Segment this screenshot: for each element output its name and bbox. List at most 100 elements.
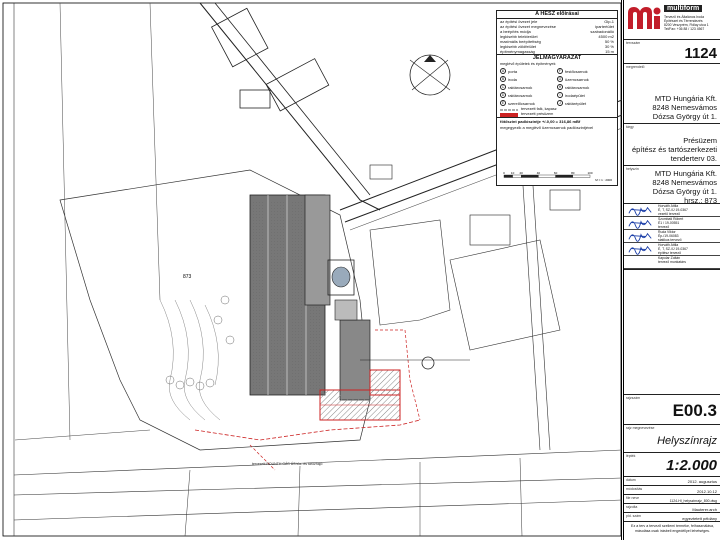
scale-cell: lépték 1:2.000: [624, 453, 720, 477]
bottom-lot-2: [13, 477, 622, 496]
signer-license: tervező munkatárs: [658, 260, 686, 264]
sheet-number-cell: rajzszám E00.3: [624, 395, 720, 425]
signature-scribble-icon: [628, 232, 652, 242]
site-label: helyszín: [626, 167, 639, 171]
date-label: dátum: [626, 478, 636, 482]
drawing-name: Helyszínrajz: [657, 435, 717, 447]
right-road-1: [521, 169, 541, 451]
scale-segment: [538, 174, 556, 178]
client-line: 8248 Nemesvámos: [652, 103, 717, 112]
sheet-number: E00.3: [672, 401, 717, 420]
warehouse-extension: [304, 194, 331, 306]
legend-title: JELMAGYARÁZAT: [532, 55, 582, 61]
legend-item-label: raktárcsarnok: [508, 84, 533, 90]
legend-item-label: porta: [508, 68, 518, 74]
drawn-label: rajzolta: [626, 505, 638, 509]
legend-item-number: F: [557, 68, 563, 74]
scale-tick-label: 40: [537, 171, 541, 175]
signature-scribble-icon: [628, 245, 652, 255]
file-value: 1124-Hl_helyszinrajz_800.dwg: [669, 499, 717, 503]
legend-item-label: szerelőcsarnok: [508, 100, 535, 106]
line-symbol: [500, 109, 518, 110]
legend-item-number: G: [557, 76, 563, 82]
legend-item: Craktárcsarnok: [500, 84, 557, 90]
copy-value: egyeztetett példány: [682, 516, 717, 521]
contour-2: [174, 299, 206, 421]
legend-item: Jraktárépület: [557, 100, 614, 106]
client-label: megrendelő: [626, 65, 645, 69]
scale-tick-label: 100: [587, 171, 592, 175]
legend-item-label: raktárcsarnok: [508, 92, 533, 98]
legend-item: Biroda: [500, 76, 557, 82]
site-line: Dózsa György út 1.: [652, 187, 717, 196]
file-cell: file neve 1124-Hl_helyszinrajz_800.dwg: [624, 495, 720, 504]
file-label: file neve: [626, 496, 640, 500]
object-text: Présüzem építész és tartószerkezeti tender…: [632, 136, 717, 163]
copyright-note: Ez a terv a tervező szellemi terméke, fe…: [631, 524, 714, 533]
right-plot-2: [449, 239, 561, 351]
object-line: tenderterv 03.: [670, 154, 717, 163]
project-no-label: tervszám: [626, 41, 641, 45]
hesz-row-label: építménymagasság: [500, 49, 535, 54]
round-tank: [331, 266, 351, 288]
hesz-title: A HÉSZ előírásai: [497, 11, 617, 19]
legend-item-number: D: [500, 92, 506, 98]
signature-scribble-icon: [628, 206, 652, 216]
drawing-name-cell: rajz megnevezése Helyszínrajz: [624, 425, 720, 453]
right-road-2: [531, 169, 551, 451]
scale-tick-label: 0: [503, 171, 505, 175]
legend-grid: Aporta Ffestőcsarnok Biroda Güzemcsarnok Cra…: [497, 67, 617, 107]
scale-unit: M = 1 : 2000: [595, 178, 612, 182]
legend-item-label: irodaépület: [565, 92, 585, 98]
scale-segment: [555, 174, 573, 178]
multiform-logo-icon: [628, 7, 661, 29]
signature-text: Ruda Viktor Ép-/19-06083 statikus tervező: [658, 230, 682, 242]
legend-item-label: raktárépület: [565, 100, 587, 106]
legend-item-label: raktárcsarnok: [565, 84, 590, 90]
signature-text: Kapolar Zoltán tervező munkatárs: [658, 256, 686, 264]
lot-number: 873: [183, 274, 192, 280]
legend-item-number: E: [500, 100, 506, 106]
legend-item-number: B: [500, 76, 506, 82]
scale-tick-label: 60: [554, 171, 558, 175]
right-building-2: [549, 189, 581, 211]
legend-item-number: I: [557, 92, 563, 98]
legend-item: Güzemcsarnok: [557, 76, 614, 82]
signature-row: Kapolar Zoltán tervező munkatárs: [624, 256, 720, 269]
signature-text: Horváth Attila É, T, SZ-/Ü 19-0367 vezető …: [658, 204, 688, 216]
revision-label: módosítás: [626, 487, 643, 491]
sheet-label: rajzszám: [626, 396, 641, 400]
top-building-3: [239, 89, 271, 109]
logo-cell: multiform Tervező és Általános Iroda Épít…: [624, 0, 720, 40]
legend-item-label: üzemcsarnok: [565, 76, 589, 82]
signature-row: Horváth Attila É, T, SZ-/Ü 19-0367 építész…: [624, 243, 720, 256]
legend-item: Ffestőcsarnok: [557, 68, 614, 74]
date-cell: dátum 2012. augusztus: [624, 477, 720, 486]
datum-text-2: megegyezik a meglévő üzemcsarnok padlósz…: [500, 125, 594, 130]
drawn-cell: rajzolta Mauterer.arch: [624, 504, 720, 513]
legend-item-number: J: [557, 100, 563, 106]
site-line: MTD Hungária Kft.: [654, 169, 717, 178]
contour-4: [204, 304, 219, 386]
site-plan-drawing: 873 tervezett ROUNTH GÁS ÚS tűz- és táro…: [0, 0, 622, 540]
road-top-left-2: [214, 2, 371, 196]
road-top-left: [199, 2, 381, 211]
site-line: 8248 Nemesvámos: [652, 178, 717, 187]
legend-item: Eszerelőcsarnok: [500, 100, 557, 106]
legend-item-number: C: [500, 84, 506, 90]
signature-row: Szombati Róbert É1 / 19-00551 tervező: [624, 217, 720, 230]
signature-row: Horváth Attila É, T, SZ-/Ü 19-0367 vezető …: [624, 204, 720, 217]
scale-tick-label: 10: [511, 171, 515, 175]
site-text: MTD Hungária Kft. 8248 Nemesvámos Dózsa Gy…: [652, 169, 717, 205]
right-tank: [421, 356, 435, 370]
signer-role: építész tervező: [658, 251, 681, 255]
logo-wordmark: multiform: [664, 5, 703, 12]
left-line-2: [149, 2, 161, 301]
planned-symbol: [500, 112, 518, 117]
scale-tick-label: 20: [520, 171, 524, 175]
scale-segment: [512, 174, 522, 178]
signatures-cell: Horváth Attila É, T, SZ-/Ü 19-0367 vezető …: [624, 204, 720, 270]
top-building-2: [265, 58, 330, 112]
site-annotation: tervezett ROUNTH GÁS ÚS tűz- és tározhaj…: [252, 462, 322, 466]
bottom-lot-3: [13, 499, 622, 521]
